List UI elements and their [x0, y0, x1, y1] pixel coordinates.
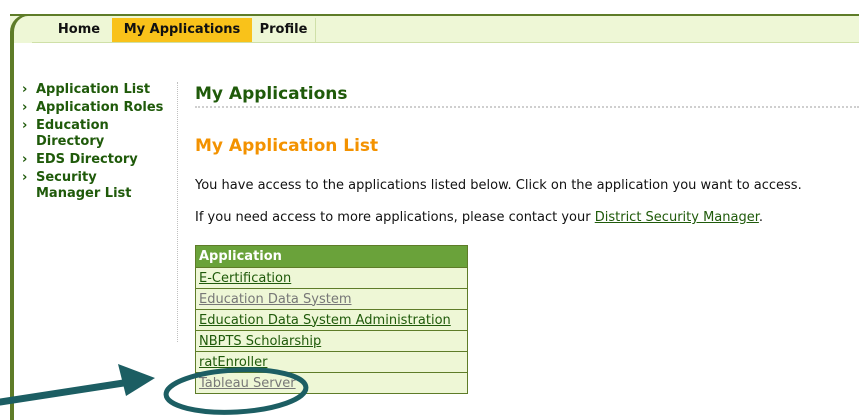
tab-profile[interactable]: Profile — [252, 18, 316, 42]
table-row: NBPTS Scholarship — [195, 330, 468, 352]
table-cell: Tableau Server — [195, 372, 468, 394]
chevron-right-icon: › — [22, 82, 28, 97]
table-cell: Education Data System Administration — [195, 309, 468, 331]
app-link-ratenroller[interactable]: ratEnroller — [199, 355, 267, 370]
app-link-eds-administration[interactable]: Education Data System Administration — [199, 313, 451, 328]
annotation-arrow — [0, 364, 155, 406]
sidebar-item-label: Application List — [36, 82, 151, 97]
chevron-right-icon: › — [22, 170, 28, 185]
top-navigation: Home My Applications Profile — [10, 14, 859, 43]
sidebar-item-education-directory[interactable]: › Education Directory — [22, 118, 116, 150]
table-header-row: Application — [195, 245, 468, 268]
sidebar-item-application-list[interactable]: › Application List — [22, 82, 172, 98]
table-header-application: Application — [195, 245, 468, 268]
title-divider — [195, 106, 859, 108]
sidebar: › Application List › Application Roles ›… — [22, 82, 172, 204]
application-table: Application E-Certification Education Da… — [195, 245, 468, 394]
chevron-right-icon: › — [22, 100, 28, 115]
left-frame-border — [10, 14, 14, 420]
intro-text: You have access to the applications list… — [195, 178, 802, 193]
contact-suffix: . — [758, 210, 764, 225]
app-link-e-certification[interactable]: E-Certification — [199, 271, 291, 286]
table-row: E-Certification — [195, 267, 468, 289]
table-cell: NBPTS Scholarship — [195, 330, 468, 352]
sidebar-item-eds-directory[interactable]: › EDS Directory — [22, 152, 172, 168]
tab-home[interactable]: Home — [46, 18, 112, 42]
table-row: ratEnroller — [195, 351, 468, 373]
chevron-right-icon: › — [22, 118, 28, 133]
sidebar-item-label: Education Directory — [36, 118, 109, 149]
section-title: My Application List — [195, 136, 379, 156]
app-link-tableau-server[interactable]: Tableau Server — [199, 376, 296, 391]
app-link-education-data-system[interactable]: Education Data System — [199, 292, 352, 307]
tab-my-applications[interactable]: My Applications — [112, 18, 252, 42]
table-cell: ratEnroller — [195, 351, 468, 373]
table-row: Tableau Server — [195, 372, 468, 394]
sidebar-item-label: Application Roles — [36, 100, 164, 115]
table-cell: Education Data System — [195, 288, 468, 310]
sidebar-item-application-roles[interactable]: › Application Roles — [22, 100, 172, 116]
table-cell: E-Certification — [195, 267, 468, 289]
sidebar-divider — [177, 82, 178, 342]
table-row: Education Data System Administration — [195, 309, 468, 331]
sidebar-item-label: Security Manager List — [36, 170, 132, 201]
contact-prefix: If you need access to more applications,… — [195, 210, 595, 225]
district-security-manager-link[interactable]: District Security Manager — [595, 210, 759, 225]
contact-text: If you need access to more applications,… — [195, 210, 763, 225]
nav-corner — [10, 14, 32, 43]
app-link-nbpts-scholarship[interactable]: NBPTS Scholarship — [199, 334, 321, 349]
sidebar-item-label: EDS Directory — [36, 152, 138, 167]
chevron-right-icon: › — [22, 152, 28, 167]
page-title: My Applications — [195, 84, 348, 104]
sidebar-item-security-manager-list[interactable]: › Security Manager List — [22, 170, 156, 202]
table-row: Education Data System — [195, 288, 468, 310]
